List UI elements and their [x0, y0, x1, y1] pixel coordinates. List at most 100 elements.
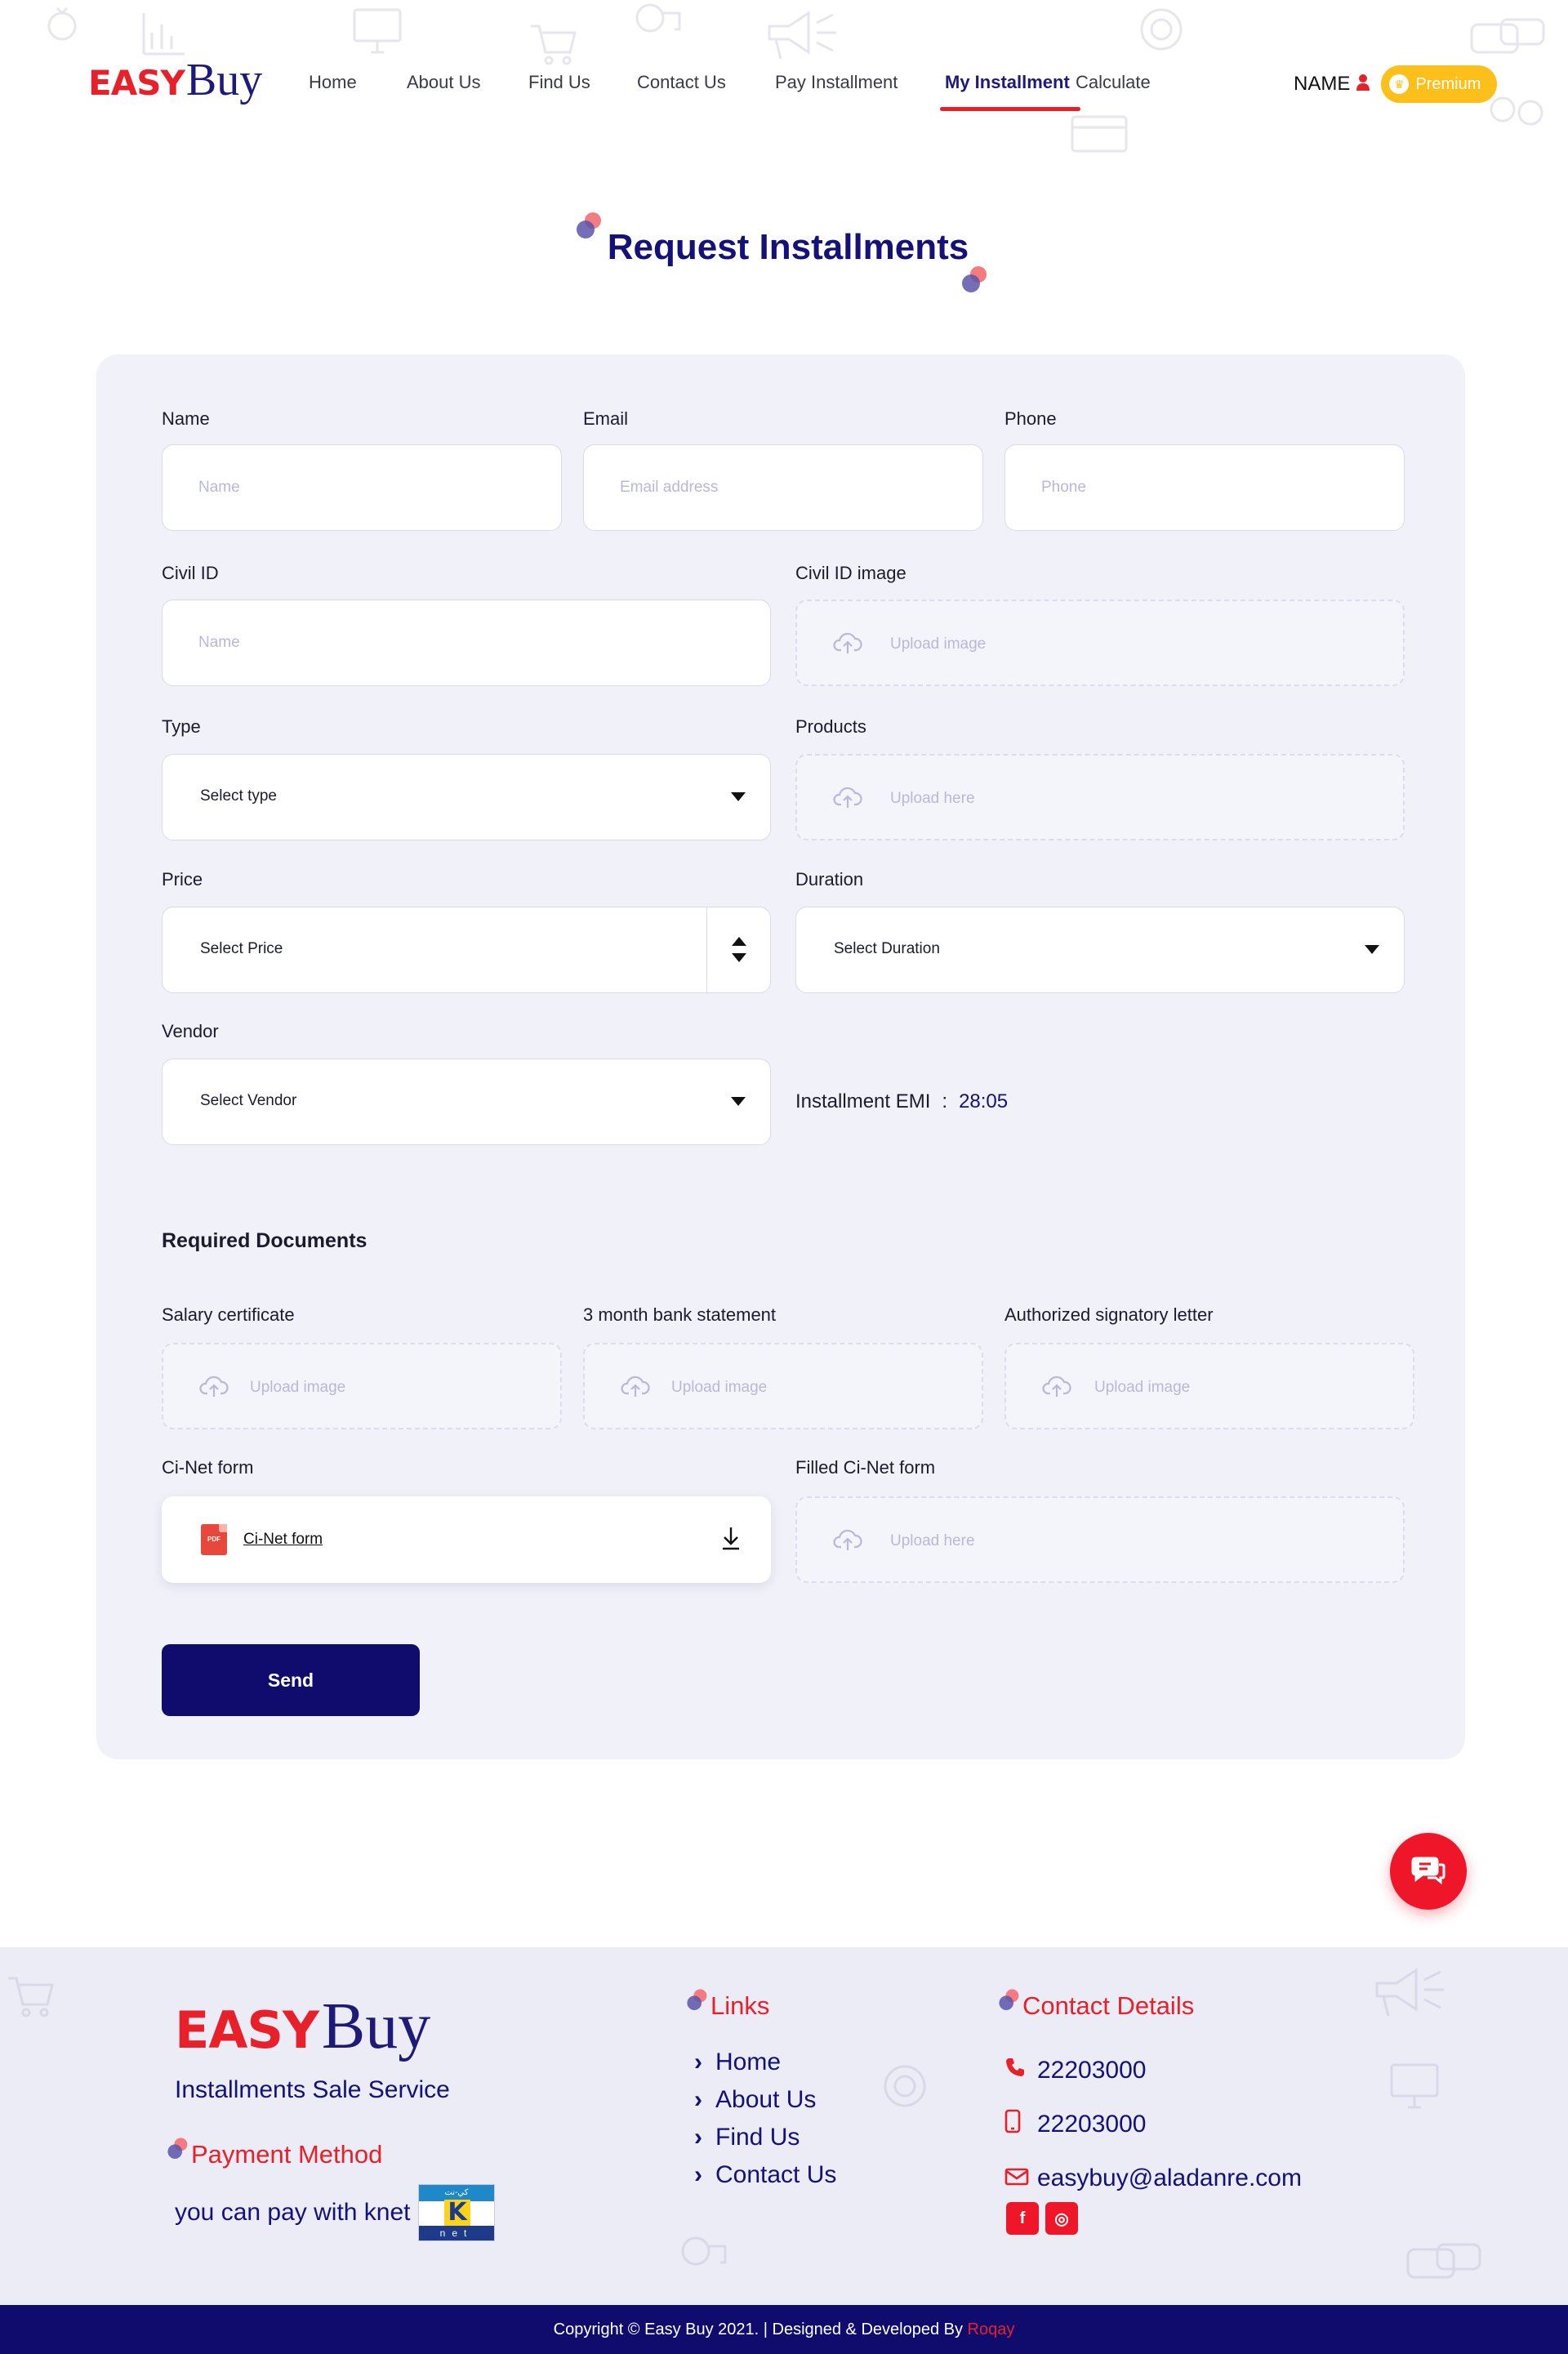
footer-link-about-us[interactable]: › About Us: [694, 2081, 836, 2119]
phone-label: Phone: [1004, 408, 1057, 429]
cloud-upload-icon: [199, 1374, 229, 1402]
contact-phone[interactable]: 22203000: [1004, 2044, 1302, 2098]
footer-logo-buy: Buy: [321, 1991, 431, 2062]
price-label: Price: [162, 869, 203, 889]
phone-input[interactable]: Phone: [1004, 444, 1405, 531]
salary-upload[interactable]: Upload image: [162, 1343, 562, 1429]
spinner-icon[interactable]: [706, 907, 770, 992]
knet-logo: كي-نت K net: [418, 2184, 495, 2241]
contact-email[interactable]: easybuy@aladanre.com: [1004, 2151, 1302, 2205]
name-input[interactable]: Name: [162, 444, 562, 531]
premium-badge[interactable]: ♛ Premium: [1381, 65, 1498, 103]
emi-value: 28:05: [959, 1090, 1009, 1112]
social-links: f ◎: [1006, 2202, 1078, 2235]
mobile-icon: [1004, 2109, 1037, 2140]
developer-link[interactable]: Roqay: [968, 2321, 1015, 2338]
doodle-megaphone-icon: [1372, 1964, 1446, 2021]
main-nav: Home About Us Find Us Contact Us Pay Ins…: [309, 72, 1165, 111]
download-icon[interactable]: [720, 1526, 742, 1554]
doodle-bubbles-icon: [1405, 2241, 1483, 2298]
logo-buy: Buy: [185, 55, 263, 105]
type-value: Select type: [200, 787, 277, 805]
doodle-cart-icon: [7, 1973, 56, 2019]
cloud-upload-icon: [833, 785, 862, 814]
instagram-icon[interactable]: ◎: [1045, 2202, 1078, 2235]
civil-id-input[interactable]: Name: [162, 600, 771, 686]
phone-icon: [1004, 2057, 1037, 2084]
emi-label: Installment EMI: [795, 1090, 931, 1112]
installment-emi: Installment EMI:28:05: [795, 1090, 1008, 1113]
footer-link-find-us[interactable]: › Find Us: [694, 2119, 836, 2156]
links-title: Links: [687, 1989, 769, 2021]
mail-icon: [1004, 2165, 1037, 2192]
logo-easy: EASY: [88, 63, 185, 103]
chat-button[interactable]: [1390, 1833, 1467, 1910]
pdf-icon: PDF: [201, 1524, 227, 1555]
auth-upload[interactable]: Upload image: [1004, 1343, 1414, 1429]
duration-label: Duration: [795, 869, 864, 889]
doodle-chat-icon: [676, 2233, 730, 2271]
footer-link-home[interactable]: › Home: [694, 2044, 836, 2081]
filled-cinet-upload[interactable]: Upload here: [795, 1496, 1405, 1583]
filled-cinet-label: Filled Ci-Net form: [795, 1457, 936, 1478]
copyright-bar: Copyright © Easy Buy 2021. | Designed & …: [0, 2305, 1568, 2354]
user-name[interactable]: NAME: [1294, 73, 1350, 96]
footer-link-label: Contact Us: [715, 2161, 837, 2188]
name-placeholder: Name: [198, 479, 240, 496]
logo[interactable]: EASY Buy: [88, 54, 262, 111]
products-upload[interactable]: Upload here: [795, 754, 1405, 840]
nav-my-installment[interactable]: My Installment: [927, 72, 1094, 111]
site-header: EASY Buy Home About Us Find Us Contact U…: [0, 0, 1568, 172]
caret-down-icon: [731, 1097, 746, 1106]
nav-pay-installment[interactable]: Pay Installment: [775, 72, 945, 93]
footer-tagline: Installments Sale Service: [175, 2076, 450, 2103]
nav-home[interactable]: Home: [309, 72, 407, 93]
chevron-right-icon: ›: [694, 2086, 702, 2113]
vendor-value: Select Vendor: [200, 1092, 297, 1109]
nav-contact-us[interactable]: Contact Us: [637, 72, 775, 93]
type-select[interactable]: Select type: [162, 754, 771, 840]
knet-bottom: net: [419, 2226, 494, 2240]
footer-link-contact-us[interactable]: › Contact Us: [694, 2156, 836, 2194]
footer-links: › Home › About Us › Find Us › Contact Us: [694, 2044, 836, 2194]
bank-label: 3 month bank statement: [583, 1304, 777, 1325]
nav-about-us[interactable]: About Us: [407, 72, 528, 93]
doodle-monitor-icon: [1388, 2062, 1441, 2111]
email-placeholder: Email address: [620, 479, 719, 496]
user-icon[interactable]: [1356, 74, 1370, 95]
footer-logo[interactable]: EASY Buy: [175, 1990, 430, 2064]
price-input[interactable]: Select Price: [162, 907, 771, 993]
footer-link-label: Home: [715, 2049, 782, 2075]
duration-select[interactable]: Select Duration: [795, 907, 1405, 993]
chevron-right-icon: ›: [694, 2049, 702, 2075]
bank-upload[interactable]: Upload image: [583, 1343, 983, 1429]
nav-calculate[interactable]: Calculate: [1076, 72, 1165, 93]
cinet-file-link[interactable]: Ci-Net form: [243, 1531, 323, 1549]
cinet-label: Ci-Net form: [162, 1457, 254, 1478]
civil-id-image-upload[interactable]: Upload image: [795, 600, 1405, 686]
phone-placeholder: Phone: [1041, 479, 1086, 496]
facebook-icon[interactable]: f: [1006, 2202, 1039, 2235]
vendor-select[interactable]: Select Vendor: [162, 1059, 771, 1145]
contact-email-value: easybuy@aladanre.com: [1037, 2165, 1302, 2191]
cinet-file-card: PDF Ci-Net form: [162, 1496, 771, 1583]
footer-logo-easy: EASY: [175, 2000, 319, 2060]
nav-find-us[interactable]: Find Us: [528, 72, 637, 93]
name-label: Name: [162, 408, 210, 429]
email-input[interactable]: Email address: [583, 444, 983, 531]
doodle-gear-icon: [880, 2062, 929, 2111]
civil-id-label: Civil ID: [162, 563, 219, 583]
auth-label: Authorized signatory letter: [1004, 1304, 1214, 1325]
contact-details: 22203000 22203000 easybuy@aladanre.com: [1004, 2044, 1302, 2205]
required-documents-title: Required Documents: [162, 1229, 368, 1252]
send-button[interactable]: Send: [162, 1644, 420, 1716]
payment-text: you can pay with knet: [175, 2199, 411, 2226]
user-area: NAME ♛ Premium: [1294, 65, 1498, 103]
contact-details-text: Contact Details: [1022, 1991, 1195, 2020]
contact-mobile[interactable]: 22203000: [1004, 2098, 1302, 2151]
price-value: Select Price: [200, 940, 283, 957]
knet-k: K: [444, 2200, 470, 2226]
bank-placeholder: Upload image: [671, 1379, 768, 1396]
civil-id-placeholder: Name: [198, 634, 240, 651]
cloud-upload-icon: [621, 1374, 650, 1402]
